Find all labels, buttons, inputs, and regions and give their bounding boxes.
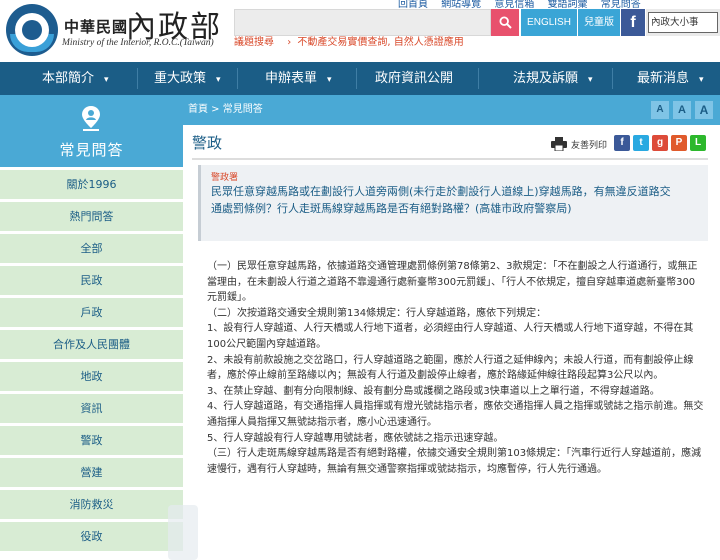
answer-paragraph: （一）民眾任意穿越馬路，依據道路交通管理處罰條例第78條第2、3款規定：「不在劃…	[207, 261, 698, 304]
hot-topics: 議題搜尋 › 不動產交易實價查詢, 自然人憑證應用	[234, 33, 464, 48]
caret-down-icon: ▾	[104, 75, 109, 85]
plurk-share-icon[interactable]: P	[671, 135, 687, 151]
breadcrumb[interactable]: 首頁 > 常見問答	[188, 95, 263, 125]
logo-country-name[interactable]: 中華民國	[64, 16, 128, 37]
font-size-small-button[interactable]: A	[651, 101, 669, 119]
nav-label: 法規及訴願	[513, 71, 579, 86]
top-links: 回首頁 網站導覽 意見信箱 雙語詞彙 常見問答	[398, 0, 651, 10]
sidebar-item-military[interactable]: 役政	[0, 522, 183, 551]
search-input[interactable]	[234, 9, 491, 36]
answer-paragraph: 4、行人穿越道路，有交通指揮人員指揮或有燈光號誌指示者，應依交通指揮人員之指揮或…	[207, 401, 704, 428]
caret-down-icon: ▾	[699, 75, 704, 85]
logo-english-name[interactable]: Ministry of the Interior, R.O.C.(Taiwan)	[62, 38, 214, 48]
nav-item-about[interactable]: 本部簡介 ▾	[42, 62, 109, 95]
title-divider	[192, 158, 708, 160]
hot-topics-link[interactable]: 不動產交易實價查詢, 自然人憑證應用	[297, 37, 463, 48]
nav-divider	[478, 68, 479, 89]
nav-divider	[612, 68, 613, 89]
font-size-medium-button[interactable]: A	[673, 101, 691, 119]
facebook-icon[interactable]: f	[621, 9, 645, 36]
page-title: 警政	[192, 134, 223, 152]
mini-site-select[interactable]: 內政大小事	[648, 12, 718, 33]
twitter-share-icon[interactable]: t	[633, 135, 649, 151]
google-share-icon[interactable]: g	[652, 135, 668, 151]
sidebar-item-about-1996[interactable]: 關於1996	[0, 170, 183, 199]
answer-paragraph: （二）次按道路交通安全規則第134條規定：行人穿越道路，應依下列規定：	[207, 307, 547, 319]
nav-item-laws[interactable]: 法規及訴願 ▾	[513, 62, 593, 95]
printer-icon[interactable]	[551, 137, 567, 151]
caret-down-icon: ▾	[327, 75, 332, 85]
sidebar-item-information[interactable]: 資訊	[0, 394, 183, 423]
ministry-logo-icon[interactable]	[6, 4, 58, 56]
arrow-right-icon: ›	[287, 37, 292, 48]
sidebar-item-police[interactable]: 警政	[0, 426, 183, 455]
nav-item-forms[interactable]: 申辦表單 ▾	[265, 62, 332, 95]
nav-item-policy[interactable]: 重大政策 ▾	[154, 62, 221, 95]
answer-paragraph: 5、行人穿越設有行人穿越專用號誌者，應依號誌之指示迅速穿越。	[207, 432, 504, 444]
print-label[interactable]: 友善列印	[571, 138, 607, 151]
nav-label: 政府資訊公開	[375, 71, 454, 86]
nav-divider	[237, 68, 238, 89]
main-nav: 本部簡介 ▾ 重大政策 ▾ 申辦表單 ▾ 政府資訊公開 法規及訴願 ▾ 最新消息 ▾	[0, 62, 720, 95]
sidebar-item-land[interactable]: 地政	[0, 362, 183, 391]
sidebar-item-civil[interactable]: 民政	[0, 266, 183, 295]
caret-down-icon: ▾	[588, 75, 593, 85]
sidebar-header: 常見問答	[0, 95, 183, 167]
nav-divider	[356, 68, 357, 89]
sidebar-title: 常見問答	[59, 141, 124, 159]
answer-paragraph: 3、在禁止穿越、劃有分向限制線、設有劃分島或護欄之路段或3快車道以上之單行道，不…	[207, 385, 660, 397]
floating-tool-button[interactable]	[168, 505, 198, 560]
nav-label: 申辦表單	[265, 71, 318, 86]
line-share-icon[interactable]: L	[690, 135, 706, 151]
search-button[interactable]	[491, 9, 519, 36]
nav-item-news[interactable]: 最新消息 ▾	[637, 62, 704, 95]
answer-paragraph: 1、設有行人穿越道、人行天橋或人行地下道者，必須經由行人穿越道、人行天橋或人行地…	[207, 323, 694, 350]
sidebar-item-popular[interactable]: 熱門問答	[0, 202, 183, 231]
nav-label: 重大政策	[154, 71, 207, 86]
sidebar-list: 關於1996 熱門問答 全部 民政 戶政 合作及人民團體 地政 資訊 警政 營建…	[0, 170, 183, 554]
mini-site-wrap: 內政大小事	[646, 9, 720, 36]
hot-topics-label[interactable]: 議題搜尋	[234, 37, 274, 48]
question-category: 警政署	[211, 173, 239, 183]
question-box: 警政署 民眾任意穿越馬路或在劃設行人道旁兩側(未行走於劃設行人道線上)穿越馬路，…	[198, 165, 708, 241]
font-size-large-button[interactable]: A	[695, 101, 713, 119]
sidebar-item-construction[interactable]: 營建	[0, 458, 183, 487]
question-text: 民眾任意穿越馬路或在劃設行人道旁兩側(未行走於劃設行人道線上)穿越馬路，有無違反…	[211, 185, 671, 215]
nav-label: 本部簡介	[42, 71, 95, 86]
site-header: 中華民國 內政部 Ministry of the Interior, R.O.C…	[0, 0, 720, 62]
nav-label: 最新消息	[637, 71, 690, 86]
sidebar-item-fire[interactable]: 消防救災	[0, 490, 183, 519]
answer-paragraph: （三）行人走斑馬線穿越馬路是否有絕對路權，依據交通安全規則第103條規定：「汽車…	[207, 448, 702, 475]
nav-item-open-info[interactable]: 政府資訊公開	[375, 62, 453, 95]
caret-down-icon: ▾	[216, 75, 221, 85]
search-icon	[498, 16, 512, 29]
sidebar-item-all[interactable]: 全部	[0, 234, 183, 263]
answer-paragraph: 2、未設有前款設施之交岔路口，行人穿越道路之範圍，應於人行道之延伸線內；未設人行…	[207, 354, 694, 382]
sidebar-item-household[interactable]: 戶政	[0, 298, 183, 327]
english-button[interactable]: ENGLISH	[521, 9, 577, 36]
kids-version-button[interactable]: 兒童版	[578, 9, 620, 36]
facebook-share-icon[interactable]: f	[614, 135, 630, 151]
nav-divider	[137, 68, 138, 89]
sidebar-item-cooperatives[interactable]: 合作及人民團體	[0, 330, 183, 359]
answer-body: （一）民眾任意穿越馬路，依據道路交通管理處罰條例第78條第2、3款規定：「不在劃…	[207, 259, 705, 477]
faq-person-icon	[82, 106, 100, 131]
